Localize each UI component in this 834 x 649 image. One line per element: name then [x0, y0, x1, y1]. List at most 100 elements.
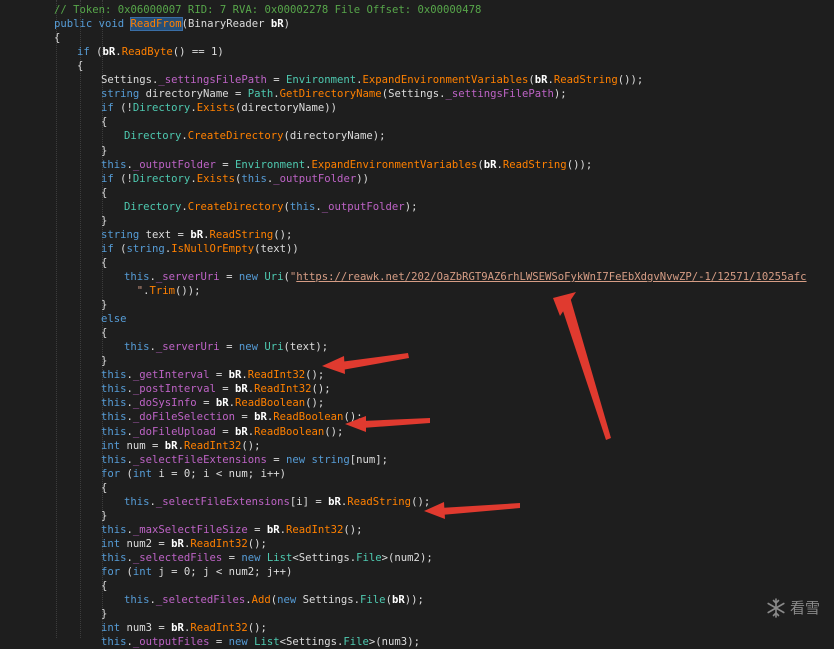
code-line: int num = bR.ReadInt32(); — [101, 439, 261, 453]
code-line: public void ReadFrom(BinaryReader bR) — [54, 17, 291, 32]
code-token: { — [101, 256, 108, 269]
code-token[interactable]: IsNullOrEmpty — [171, 243, 254, 255]
code-line: } — [101, 354, 107, 368]
code-token[interactable]: CreateDirectory — [188, 201, 284, 213]
code-token[interactable]: ReadByte — [122, 46, 173, 58]
code-line: this._maxSelectFileSize = bR.ReadInt32()… — [101, 523, 363, 537]
code-token: string — [101, 228, 146, 241]
indent-guide — [56, 0, 57, 638]
code-line: this._serverUri = new Uri(text); — [124, 340, 328, 354]
code-token: (); — [343, 411, 363, 424]
code-token[interactable]: Exists — [197, 173, 235, 185]
code-line: } — [101, 607, 107, 621]
code-token: bR — [215, 397, 229, 410]
code-token: _getInterval — [132, 369, 210, 382]
code-token[interactable]: ReadInt32 — [190, 538, 247, 550]
code-token[interactable]: ReadString — [347, 496, 411, 508]
code-token: = — [215, 383, 235, 396]
code-token: int — [101, 439, 127, 452]
code-token: _outputFolder — [321, 200, 405, 213]
watermark: 看雪 — [766, 597, 820, 618]
code-line: string directoryName = Path.GetDirectory… — [101, 87, 567, 101]
code-token: bR — [234, 425, 248, 438]
code-token: this — [101, 383, 127, 396]
code-line: for (int j = 0; j < num2; j++) — [101, 565, 292, 579]
code-token: } — [101, 144, 108, 157]
code-token: public void — [54, 18, 131, 31]
code-token[interactable]: ReadInt32 — [248, 369, 305, 381]
code-token[interactable]: File — [356, 552, 382, 564]
code-token[interactable]: File — [343, 636, 369, 648]
code-token[interactable]: ReadInt32 — [254, 383, 311, 395]
code-token: ) — [283, 18, 291, 31]
code-token: _selectedFiles — [132, 551, 223, 564]
code-token: = — [219, 270, 239, 283]
code-token: = — [222, 551, 242, 564]
code-token: directoryName = — [145, 88, 248, 101]
code-token: _outputFolder — [132, 158, 216, 171]
code-token[interactable]: Exists — [197, 102, 235, 114]
code-token[interactable]: ExpandEnvironmentVariables — [312, 159, 478, 171]
code-token[interactable]: Directory — [124, 201, 181, 213]
code-token[interactable]: ReadString — [209, 229, 273, 241]
code-token: if — [77, 46, 97, 59]
server-url-link[interactable]: https://reawk.net/202/OaZbRGT9AZ6rhLWSEW… — [296, 271, 806, 283]
code-token: <Settings. — [292, 551, 357, 564]
code-token[interactable]: GetDirectoryName — [280, 88, 382, 100]
code-token[interactable]: List — [254, 636, 280, 648]
code-token: = — [234, 411, 255, 424]
code-token[interactable]: Uri — [264, 341, 283, 353]
code-token[interactable]: ReadBoolean — [254, 426, 324, 438]
code-token: { — [101, 186, 108, 199]
code-token[interactable]: Uri — [264, 271, 283, 283]
code-token[interactable]: ReadInt32 — [190, 622, 247, 634]
code-token[interactable]: Trim — [150, 285, 176, 297]
code-token: this — [124, 495, 150, 508]
code-token: ()); — [175, 285, 201, 297]
code-token[interactable]: Directory — [124, 130, 181, 142]
code-token: new — [238, 270, 265, 283]
code-line: this._outputFiles = new List<Settings.Fi… — [101, 635, 420, 649]
code-token: bR — [164, 439, 178, 452]
code-token[interactable]: ReadString — [503, 159, 567, 171]
selected-method-name[interactable]: ReadFrom — [129, 17, 183, 32]
code-token[interactable]: ReadString — [554, 74, 618, 86]
code-token[interactable]: CreateDirectory — [188, 130, 284, 142]
code-token: bR — [171, 537, 184, 550]
code-line: Settings._settingsFilePath = Environment… — [101, 73, 643, 87]
code-token[interactable]: Path — [248, 88, 274, 100]
code-token[interactable]: Environment — [235, 159, 305, 171]
code-token[interactable]: File — [360, 594, 386, 606]
code-token[interactable]: Directory — [133, 173, 190, 185]
code-token: [i] = — [289, 495, 329, 508]
code-token: )) — [356, 172, 369, 185]
code-token: _selectFileExtensions — [155, 495, 290, 508]
code-token: int — [101, 622, 127, 635]
code-token: (); — [305, 369, 325, 382]
code-token[interactable]: List — [267, 552, 293, 564]
code-token: >(num2); — [381, 551, 433, 564]
code-editor[interactable]: // Token: 0x06000007 RID: 7 RVA: 0x00002… — [0, 0, 834, 648]
code-token[interactable]: ExpandEnvironmentVariables — [363, 74, 529, 86]
code-token[interactable]: ReadBoolean — [273, 411, 343, 423]
code-token: i = 0; i < num; i++) — [158, 467, 286, 480]
code-token[interactable]: ReadBoolean — [235, 397, 305, 409]
code-line: this._serverUri = new Uri("https://reawk… — [124, 270, 807, 284]
code-token: int — [132, 467, 159, 480]
code-line: { — [101, 481, 107, 495]
code-line: { — [101, 115, 107, 129]
code-token: else — [101, 313, 127, 326]
code-token[interactable]: Environment — [286, 74, 356, 86]
code-token: { — [101, 580, 108, 593]
watermark-text: 看雪 — [789, 599, 820, 617]
code-token: = — [266, 74, 286, 87]
code-token: { — [54, 32, 61, 45]
code-token: )); — [404, 594, 424, 607]
code-token[interactable]: ReadInt32 — [286, 524, 343, 536]
code-token: _selectedFiles — [155, 594, 246, 607]
code-token[interactable]: Add — [252, 594, 271, 606]
code-token[interactable]: Directory — [133, 102, 190, 114]
code-token: () == 1) — [172, 46, 224, 59]
code-token[interactable]: ReadInt32 — [184, 440, 241, 452]
code-line: if (!Directory.Exists(this._outputFolder… — [101, 172, 369, 186]
